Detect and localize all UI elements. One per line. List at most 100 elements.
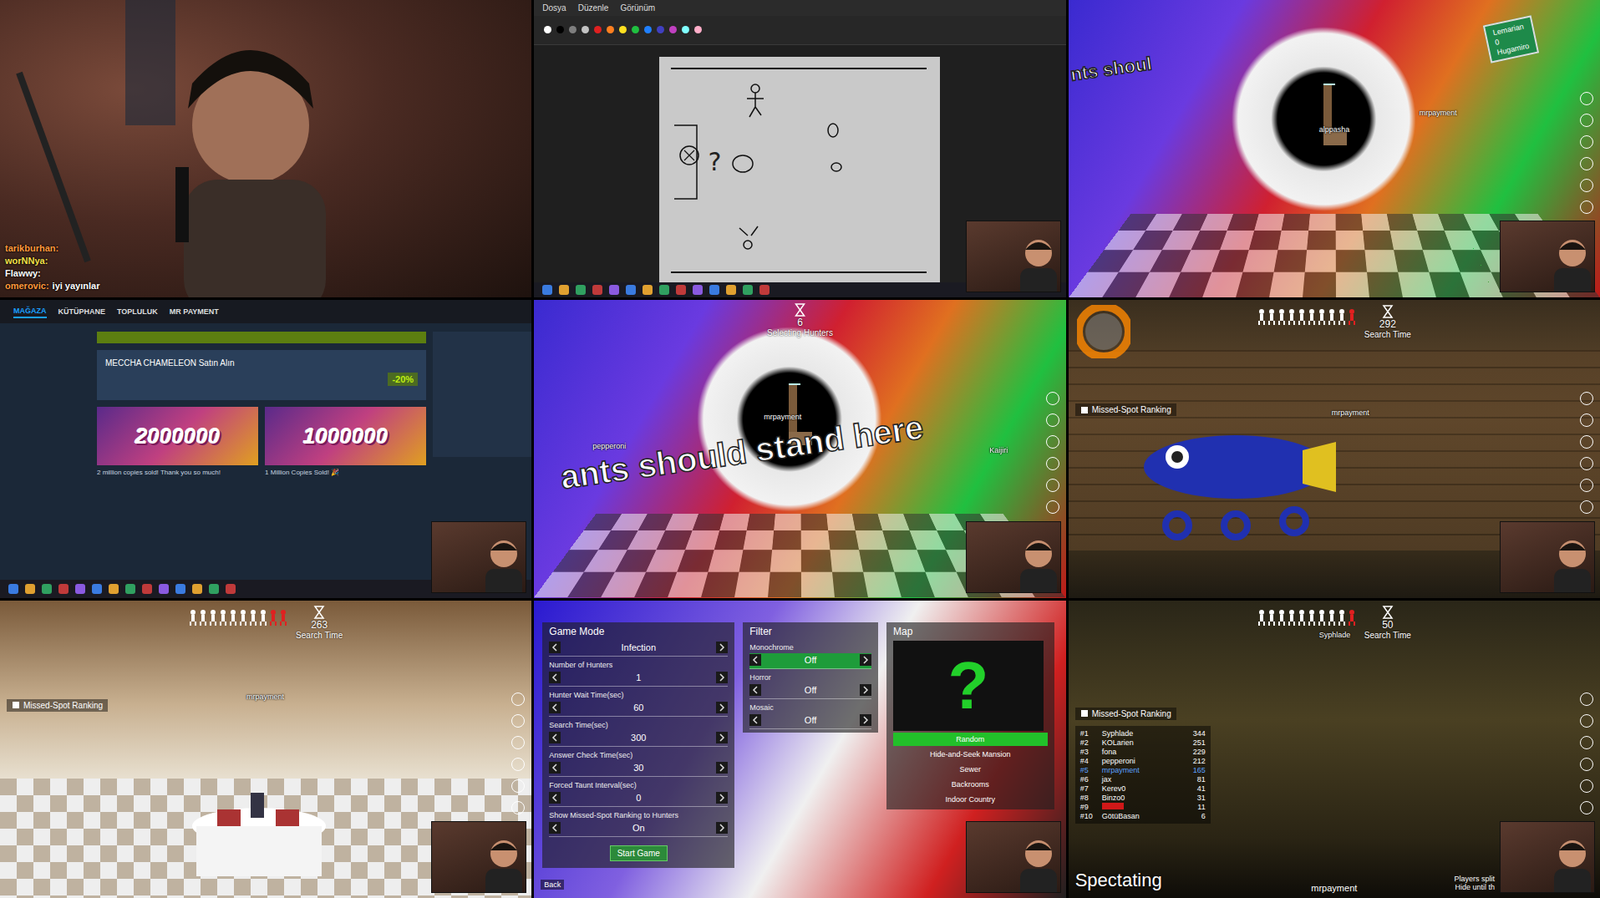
action-icon[interactable] xyxy=(1579,200,1594,214)
menu-item[interactable]: Görünüm xyxy=(619,3,656,13)
color-swatch[interactable] xyxy=(694,25,702,34)
action-icon[interactable] xyxy=(511,692,525,707)
action-icon[interactable] xyxy=(1579,736,1594,750)
action-icon[interactable] xyxy=(1046,457,1060,471)
taskbar-app-icon[interactable] xyxy=(742,284,753,295)
taskbar-app-icon[interactable] xyxy=(125,584,136,595)
color-swatch[interactable] xyxy=(568,25,577,34)
taskbar-app-icon[interactable] xyxy=(675,284,686,295)
taskbar-app-icon[interactable] xyxy=(175,584,186,595)
taskbar-app-icon[interactable] xyxy=(726,284,737,295)
action-icon[interactable] xyxy=(511,736,525,750)
color-swatch[interactable] xyxy=(606,25,615,34)
value-selector[interactable]: 60 xyxy=(548,700,728,717)
value-selector[interactable]: On xyxy=(548,821,728,838)
taskbar-app-icon[interactable] xyxy=(225,584,236,595)
color-swatch[interactable] xyxy=(594,25,602,34)
color-swatch[interactable] xyxy=(669,25,677,34)
taskbar-app-icon[interactable] xyxy=(625,284,636,295)
taskbar-app-icon[interactable] xyxy=(709,284,720,295)
action-icon[interactable] xyxy=(1579,157,1594,171)
value-selector[interactable]: Infection xyxy=(548,640,728,657)
map-option[interactable]: Sewer xyxy=(893,762,1048,777)
taskbar-app-icon[interactable] xyxy=(575,284,586,295)
action-icon[interactable] xyxy=(1579,714,1594,728)
action-icon[interactable] xyxy=(1579,779,1594,793)
value-selector[interactable]: 0 xyxy=(548,791,728,808)
action-icon[interactable] xyxy=(511,757,525,772)
action-icon[interactable] xyxy=(1579,692,1594,707)
value-selector[interactable]: 30 xyxy=(548,761,728,778)
value-selector[interactable]: Off xyxy=(749,713,872,730)
action-icon[interactable] xyxy=(1579,801,1594,815)
taskbar-app-icon[interactable] xyxy=(41,584,52,595)
paint-canvas[interactable]: ? xyxy=(659,56,940,283)
value-selector[interactable]: 300 xyxy=(548,731,728,747)
nav-tab[interactable]: MR PAYMENT xyxy=(169,305,219,318)
taskbar-app-icon[interactable] xyxy=(542,284,553,295)
action-icon[interactable] xyxy=(1579,500,1594,514)
color-swatch[interactable] xyxy=(656,25,665,34)
color-swatch[interactable] xyxy=(543,25,552,34)
color-swatch[interactable] xyxy=(581,25,590,34)
action-icon[interactable] xyxy=(1579,478,1594,493)
action-icon[interactable] xyxy=(511,714,525,728)
taskbar-app-icon[interactable] xyxy=(142,584,153,595)
taskbar-app-icon[interactable] xyxy=(158,584,169,595)
taskbar-app-icon[interactable] xyxy=(592,284,603,295)
action-icon[interactable] xyxy=(1046,435,1060,449)
taskbar-app-icon[interactable] xyxy=(58,584,69,595)
color-swatch[interactable] xyxy=(556,25,564,34)
taskbar-app-icon[interactable] xyxy=(108,584,119,595)
back-button[interactable]: Back xyxy=(540,879,564,890)
action-icon[interactable] xyxy=(511,779,525,793)
taskbar-app-icon[interactable] xyxy=(25,584,36,595)
taskbar-app-icon[interactable] xyxy=(759,284,770,295)
nav-tab[interactable]: MAĞAZA xyxy=(13,304,47,319)
action-icon[interactable] xyxy=(1579,435,1594,449)
action-icon[interactable] xyxy=(1579,178,1594,193)
event-card[interactable]: 20000002 million copies sold! Thank you … xyxy=(96,406,259,477)
taskbar-app-icon[interactable] xyxy=(208,584,219,595)
action-icon[interactable] xyxy=(1046,500,1060,514)
value-selector[interactable]: Off xyxy=(749,683,872,700)
taskbar-app-icon[interactable] xyxy=(659,284,670,295)
action-icon[interactable] xyxy=(1046,478,1060,493)
map-option[interactable]: Random xyxy=(893,732,1048,747)
taskbar-app-icon[interactable] xyxy=(8,584,19,595)
color-swatch[interactable] xyxy=(619,25,627,34)
action-icon[interactable] xyxy=(1046,413,1060,427)
map-option[interactable]: Backrooms xyxy=(893,777,1048,792)
players-remaining xyxy=(1257,304,1357,326)
action-icon[interactable] xyxy=(1579,391,1594,406)
taskbar-app-icon[interactable] xyxy=(642,284,653,295)
action-icon[interactable] xyxy=(1579,413,1594,427)
action-icon[interactable] xyxy=(1579,757,1594,772)
start-game-button[interactable]: Start Game xyxy=(609,845,668,862)
color-swatch[interactable] xyxy=(644,25,652,34)
color-swatch[interactable] xyxy=(681,25,690,34)
action-icon[interactable] xyxy=(1046,391,1060,406)
action-icon[interactable] xyxy=(1579,457,1594,471)
action-icon[interactable] xyxy=(511,801,525,815)
taskbar-app-icon[interactable] xyxy=(91,584,102,595)
action-icon[interactable] xyxy=(1579,135,1594,149)
taskbar-app-icon[interactable] xyxy=(75,584,86,595)
action-icon[interactable] xyxy=(1579,113,1594,127)
nav-tab[interactable]: TOPLULUK xyxy=(116,305,158,318)
event-card[interactable]: 10000001 Million Copies Sold! 🎉 xyxy=(264,406,427,477)
menu-item[interactable]: Dosya xyxy=(542,3,566,13)
map-option[interactable]: Hide-and-Seek Mansion xyxy=(893,747,1048,762)
map-option[interactable]: Indoor Country xyxy=(893,792,1048,807)
menu-item[interactable]: Düzenle xyxy=(578,3,610,13)
color-swatch[interactable] xyxy=(631,25,640,34)
value-selector[interactable]: 1 xyxy=(548,670,728,687)
action-icon[interactable] xyxy=(1579,91,1594,106)
taskbar-app-icon[interactable] xyxy=(609,284,620,295)
value-selector[interactable]: Off xyxy=(749,653,872,670)
chat-user: worNNya: xyxy=(5,255,48,266)
taskbar-app-icon[interactable] xyxy=(558,284,569,295)
taskbar-app-icon[interactable] xyxy=(692,284,703,295)
taskbar-app-icon[interactable] xyxy=(192,584,203,595)
nav-tab[interactable]: KÜTÜPHANE xyxy=(58,305,107,318)
